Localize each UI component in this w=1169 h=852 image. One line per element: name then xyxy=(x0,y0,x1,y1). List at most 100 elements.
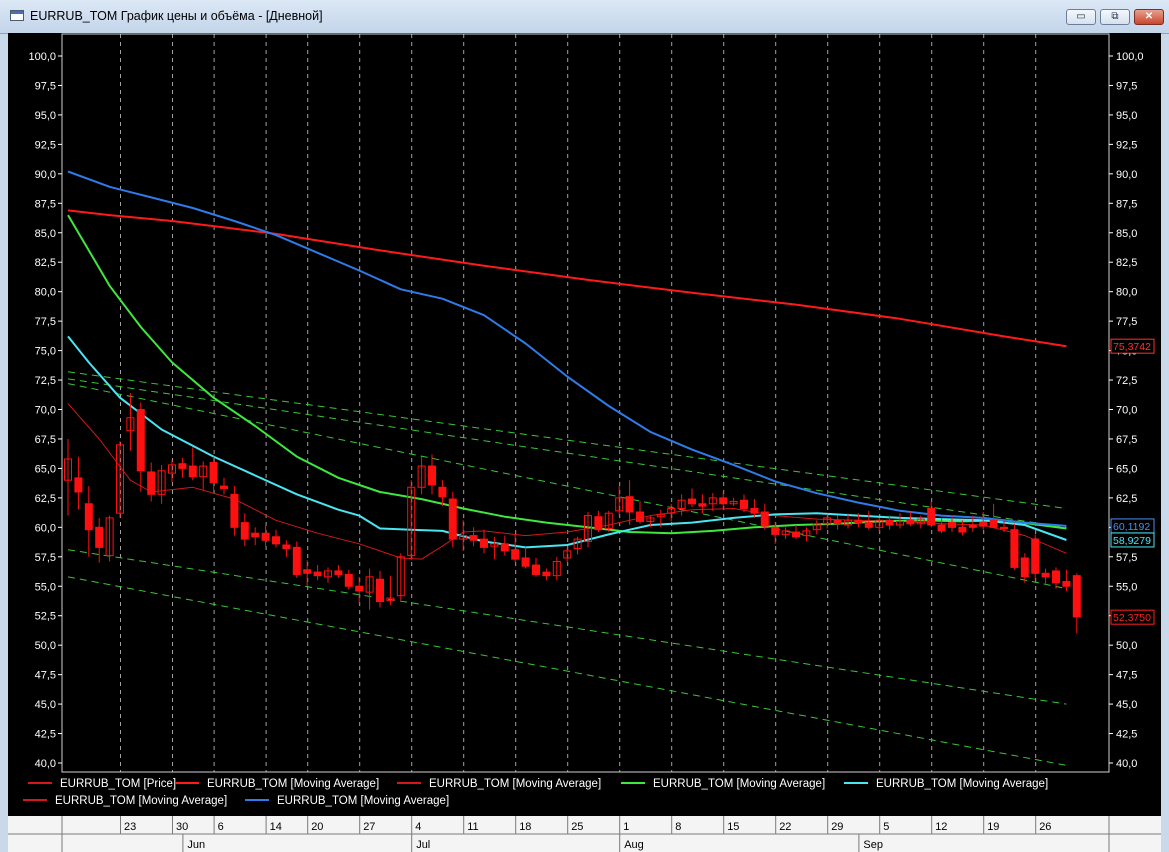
candle-body xyxy=(469,535,478,541)
y-tick-label-left: 42,5 xyxy=(35,729,56,741)
candle-body xyxy=(636,511,644,522)
candle-body xyxy=(688,498,696,505)
y-tick-label-left: 62,5 xyxy=(35,493,56,505)
candle-body xyxy=(95,526,104,548)
date-label: 22 xyxy=(779,821,791,833)
y-tick-label-left: 87,5 xyxy=(35,198,56,210)
date-label: 11 xyxy=(467,821,478,833)
plot-frame xyxy=(61,33,1110,773)
candle-body xyxy=(147,471,156,495)
y-tick-label-right: 67,5 xyxy=(1116,434,1137,446)
candle-body xyxy=(282,544,291,550)
y-tick-label-right: 72,5 xyxy=(1116,375,1137,387)
window-title: EURRUB_TOM График цены и объёма - [Дневн… xyxy=(30,9,323,23)
candle-body xyxy=(136,409,145,472)
candle-body xyxy=(771,526,780,535)
candle-body xyxy=(968,524,977,528)
candle-body xyxy=(500,543,509,552)
candle-body xyxy=(937,524,946,532)
candle-body xyxy=(792,531,800,538)
y-tick-label-left: 72,5 xyxy=(35,375,56,387)
candle-body xyxy=(958,526,967,533)
price-label: 52,3750 xyxy=(1113,612,1151,624)
title-bar[interactable]: EURRUB_TOM График цены и объёма - [Дневн… xyxy=(0,0,1169,34)
date-label: 12 xyxy=(935,821,947,833)
y-tick-label-right: 85,0 xyxy=(1116,228,1137,240)
restore-button[interactable]: ⧉ xyxy=(1100,9,1130,25)
candle-body xyxy=(84,503,93,531)
candle-body xyxy=(750,507,759,514)
y-tick-label-right: 40,0 xyxy=(1116,758,1137,770)
candle-body xyxy=(521,557,530,567)
y-tick-label-right: 100,0 xyxy=(1116,51,1144,63)
candle-body xyxy=(448,498,457,540)
price-label: 75,3742 xyxy=(1113,341,1151,353)
y-tick-label-right: 90,0 xyxy=(1116,169,1137,181)
candle-body xyxy=(220,485,228,489)
y-tick-label-left: 60,0 xyxy=(35,522,56,534)
y-tick-label-right: 77,5 xyxy=(1116,316,1137,328)
y-tick-label-left: 77,5 xyxy=(35,316,56,328)
candle-body xyxy=(251,532,260,538)
candle-body xyxy=(989,519,998,528)
y-tick-label-right: 92,5 xyxy=(1116,139,1137,151)
date-label: 29 xyxy=(831,821,843,833)
legend-label: EURRUB_TOM [Moving Average] xyxy=(653,778,825,790)
candle-body xyxy=(334,570,343,575)
candle-body xyxy=(303,569,312,574)
candle-body xyxy=(719,497,728,505)
price-label: 58,9279 xyxy=(1113,535,1151,547)
candle-body xyxy=(230,493,239,528)
legend-label: EURRUB_TOM [Moving Average] xyxy=(876,778,1048,790)
candle-body xyxy=(1031,538,1040,574)
date-label: 27 xyxy=(363,821,375,833)
y-tick-label-left: 100,0 xyxy=(28,51,56,63)
price-chart[interactable]: 40,0 40,0 42,5 42,5 45,0 45,0 47,5 47,5 50,0 50,0… xyxy=(8,33,1161,852)
date-label: 18 xyxy=(519,821,531,833)
candle-body xyxy=(833,519,842,525)
date-label: 23 xyxy=(124,821,136,833)
chart-area[interactable]: 40,0 40,0 42,5 42,5 45,0 45,0 47,5 47,5 50,0 50,0… xyxy=(8,33,1161,852)
candle-body xyxy=(864,522,873,528)
y-tick-label-left: 82,5 xyxy=(35,257,56,269)
candle-body xyxy=(906,519,915,525)
y-tick-label-left: 95,0 xyxy=(35,110,56,122)
y-tick-label-left: 80,0 xyxy=(35,287,56,299)
close-button[interactable]: ✕ xyxy=(1134,9,1164,25)
candle-body xyxy=(1041,572,1050,578)
y-tick-label-left: 50,0 xyxy=(35,640,56,652)
candle-body xyxy=(74,477,83,493)
date-label: 8 xyxy=(675,821,681,833)
candle-body xyxy=(1062,581,1071,587)
candle-body xyxy=(927,507,936,526)
candle-body xyxy=(698,503,707,507)
month-label: Jun xyxy=(187,839,205,851)
y-tick-label-right: 55,0 xyxy=(1116,581,1137,593)
month-label: Sep xyxy=(863,839,883,851)
candle-body xyxy=(428,465,436,486)
legend-label: EURRUB_TOM [Moving Average] xyxy=(277,795,449,807)
minimize-button[interactable]: ▭ xyxy=(1066,9,1096,25)
candle-body xyxy=(542,571,551,577)
candle-body xyxy=(178,463,187,469)
date-label: 26 xyxy=(1039,821,1051,833)
candle-body xyxy=(376,578,384,603)
y-tick-label-right: 62,5 xyxy=(1116,493,1137,505)
month-label: Jul xyxy=(416,839,430,851)
candle-body xyxy=(511,549,520,560)
y-tick-label-left: 75,0 xyxy=(35,346,56,358)
candle-body xyxy=(188,465,197,478)
candle-body xyxy=(948,522,956,528)
y-tick-label-left: 92,5 xyxy=(35,139,56,151)
candle-body xyxy=(292,546,301,575)
date-label: 14 xyxy=(270,821,282,833)
candle-body xyxy=(438,486,447,498)
y-tick-label-right: 45,0 xyxy=(1116,699,1137,711)
y-tick-label-right: 65,0 xyxy=(1116,463,1137,475)
candle-body xyxy=(344,573,353,587)
candle-body xyxy=(594,516,603,531)
candle-body xyxy=(1020,557,1029,578)
candle-body xyxy=(1052,570,1060,584)
date-label: 1 xyxy=(623,821,629,833)
legend-label: EURRUB_TOM [Price] xyxy=(60,778,176,790)
